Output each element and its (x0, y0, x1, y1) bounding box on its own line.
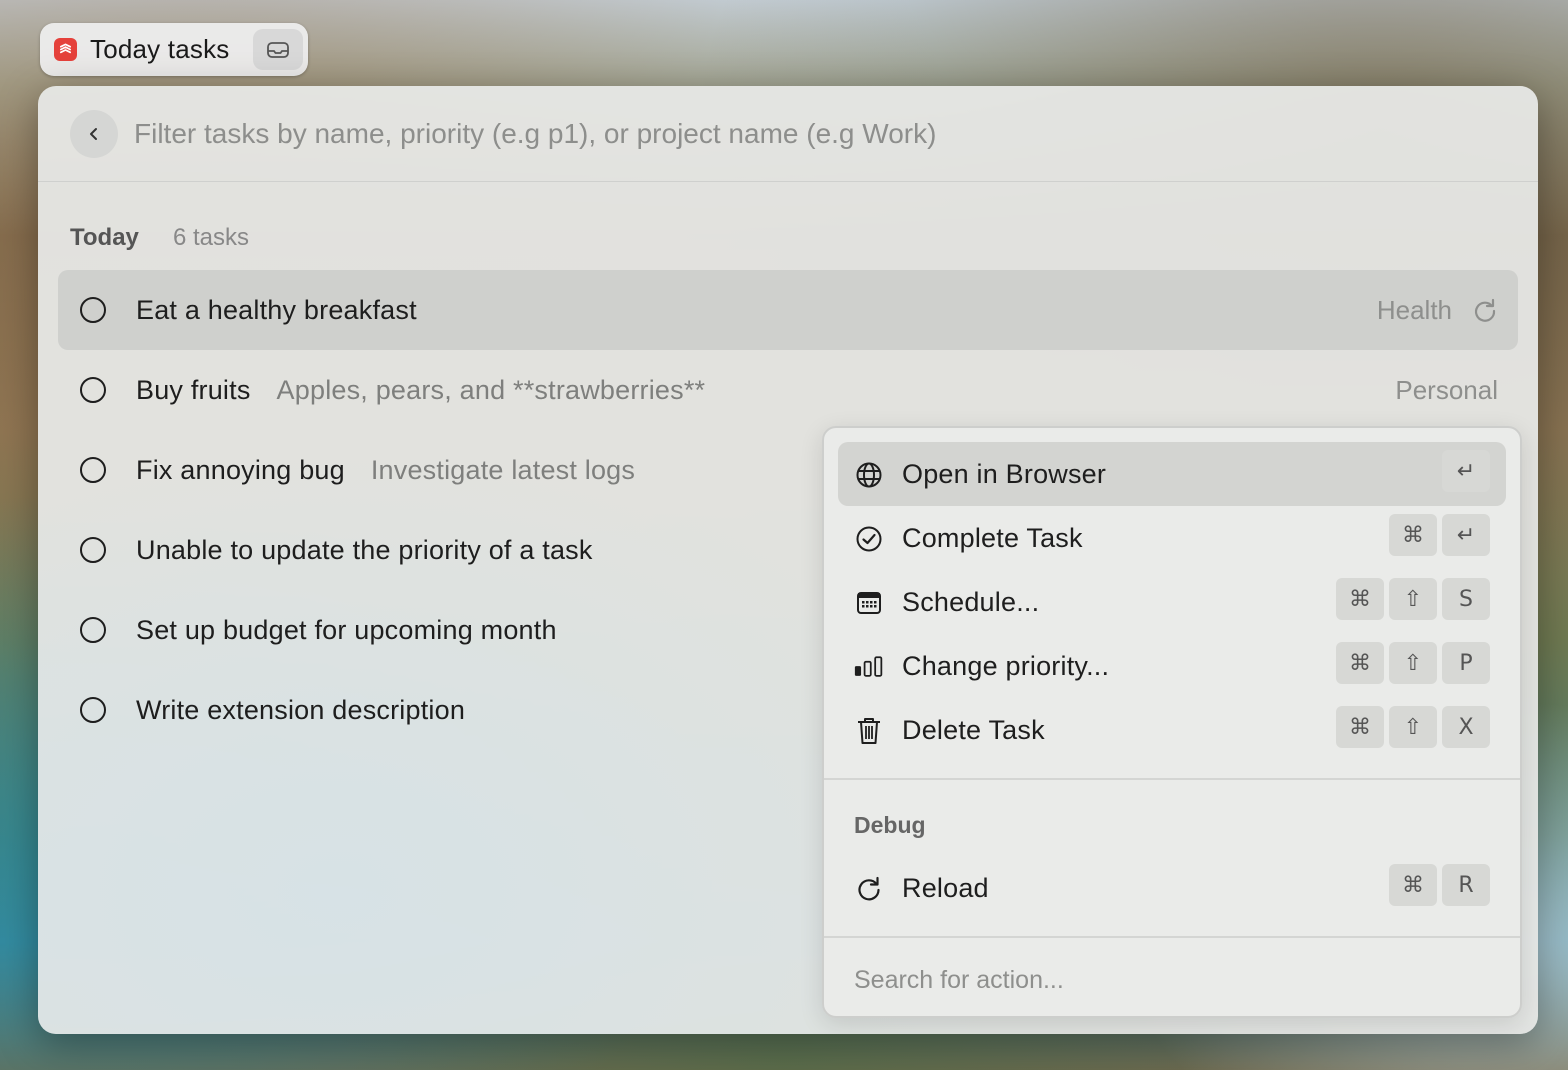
reload-icon (854, 874, 884, 904)
shortcut-key: ⇧ (1389, 578, 1437, 620)
calendar-icon (854, 588, 884, 618)
task-project: Health (1377, 295, 1498, 326)
task-title: Set up budget for upcoming month (136, 614, 557, 645)
filter-tasks-input[interactable] (134, 114, 1514, 154)
priority-bars-icon (854, 652, 884, 682)
shortcut-key: R (1442, 864, 1490, 906)
task-description: Apples, pears, and **strawberries** (276, 374, 706, 405)
task-title: Eat a healthy breakfast (136, 294, 417, 325)
recurring-icon (1472, 297, 1498, 323)
main-window: Today 6 tasks Eat a healthy breakfast He… (38, 86, 1538, 1034)
shortcut-keys: ⌘ ⇧ P (1336, 642, 1490, 684)
shortcut-key: ⌘ (1336, 706, 1384, 748)
task-project: Personal (1395, 375, 1498, 406)
divider (824, 936, 1520, 938)
task-title: Fix annoying bug (136, 454, 345, 485)
action-label: Reload (902, 872, 989, 903)
action-panel: Open in Browser ↵ Complete Task ⌘ ↵ Sche… (822, 426, 1522, 1018)
shortcut-key: X (1442, 706, 1490, 748)
shortcut-key: ↵ (1442, 450, 1490, 492)
todoist-icon (54, 38, 77, 61)
shortcut-keys: ⌘ ⇧ S (1336, 578, 1490, 620)
task-checkbox-icon[interactable] (80, 377, 106, 403)
shortcut-keys: ⌘ ↵ (1389, 514, 1490, 556)
inbox-tray-icon (267, 41, 289, 58)
action-label: Delete Task (902, 714, 1045, 745)
shortcut-key: ⌘ (1389, 864, 1437, 906)
search-actions-input[interactable] (854, 960, 1494, 1000)
debug-section-title: Debug (854, 812, 926, 838)
action-label: Open in Browser (902, 458, 1107, 489)
task-project-label: Personal (1395, 374, 1498, 405)
task-title: Buy fruits (136, 374, 251, 405)
task-checkbox-icon[interactable] (80, 457, 106, 483)
command-title: Today tasks (90, 34, 230, 64)
task-description: Investigate latest logs (370, 454, 636, 485)
task-row[interactable]: Eat a healthy breakfast Health (58, 270, 1518, 350)
command-title-pill: Today tasks (40, 23, 308, 76)
globe-icon (854, 460, 884, 490)
shortcut-keys: ↵ (1442, 450, 1490, 492)
shortcut-key: S (1442, 578, 1490, 620)
task-checkbox-icon[interactable] (80, 617, 106, 643)
shortcut-key: ↵ (1442, 514, 1490, 556)
action-label: Change priority... (902, 650, 1110, 681)
task-title: Unable to update the priority of a task (136, 534, 593, 565)
divider (824, 778, 1520, 780)
action-change-priority[interactable]: Change priority... ⌘ ⇧ P (838, 634, 1506, 698)
shortcut-keys: ⌘ ⇧ X (1336, 706, 1490, 748)
section-count: 6 tasks (173, 224, 250, 251)
task-row[interactable]: Buy fruits Apples, pears, and **strawber… (58, 350, 1518, 430)
task-project-label: Health (1376, 294, 1452, 325)
action-open-in-browser[interactable]: Open in Browser ↵ (838, 442, 1506, 506)
task-checkbox-icon[interactable] (80, 697, 106, 723)
shortcut-key: P (1442, 642, 1490, 684)
shortcut-key: ⌘ (1336, 578, 1384, 620)
action-reload[interactable]: Reload ⌘ R (838, 856, 1506, 920)
action-complete-task[interactable]: Complete Task ⌘ ↵ (838, 506, 1506, 570)
search-bar (38, 86, 1538, 182)
action-label: Complete Task (902, 522, 1083, 553)
shortcut-key: ⇧ (1389, 642, 1437, 684)
shortcut-key: ⌘ (1389, 514, 1437, 556)
task-checkbox-icon[interactable] (80, 537, 106, 563)
shortcut-key: ⇧ (1389, 706, 1437, 748)
action-delete-task[interactable]: Delete Task ⌘ ⇧ X (838, 698, 1506, 762)
chevron-left-icon (90, 128, 97, 140)
shortcut-keys: ⌘ R (1389, 864, 1490, 906)
inbox-tray-button[interactable] (253, 29, 303, 70)
section-title: Today (70, 224, 139, 251)
trash-icon (854, 716, 884, 746)
action-label: Schedule... (902, 586, 1040, 617)
back-button[interactable] (70, 110, 118, 158)
check-circle-icon (854, 524, 884, 554)
shortcut-key: ⌘ (1336, 642, 1384, 684)
task-checkbox-icon[interactable] (80, 297, 106, 323)
task-title: Write extension description (136, 694, 466, 725)
action-schedule[interactable]: Schedule... ⌘ ⇧ S (838, 570, 1506, 634)
